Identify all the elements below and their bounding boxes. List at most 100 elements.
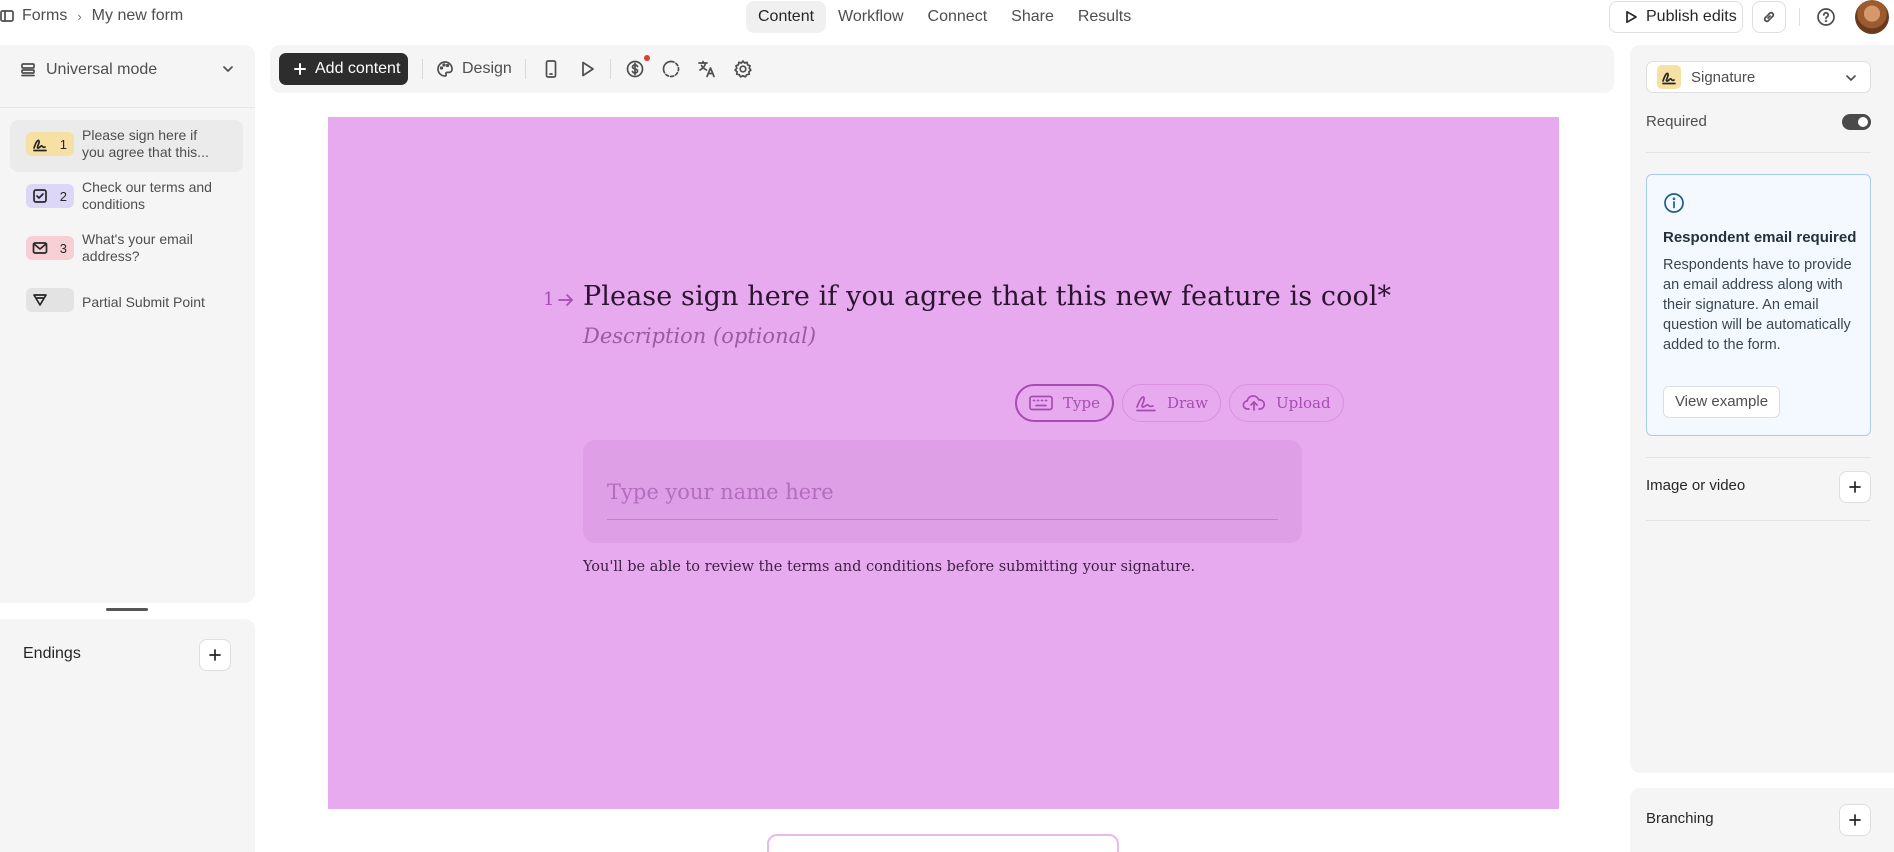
- signature-tab-upload-label: Upload: [1275, 394, 1331, 412]
- image-or-video-label: Image or video: [1646, 477, 1746, 494]
- signature-tab-draw[interactable]: Draw: [1121, 384, 1221, 422]
- editor-toolbar: Add content Design: [270, 45, 1614, 93]
- info-icon: [1663, 192, 1685, 214]
- cloud-upload-icon: [1242, 394, 1266, 412]
- plus-icon: [208, 648, 222, 662]
- palette-icon: [436, 60, 454, 78]
- signature-tab-upload[interactable]: Upload: [1228, 384, 1344, 422]
- keyboard-icon: [1029, 395, 1053, 411]
- question-number: 1: [543, 289, 555, 310]
- list-item[interactable]: 3 What's your email address?: [10, 224, 243, 276]
- list-item[interactable]: 1 Please sign here if you agree that thi…: [10, 120, 243, 172]
- question-type-label: Signature: [1691, 68, 1756, 86]
- mode-selector[interactable]: Universal mode: [20, 57, 235, 83]
- question-description-field[interactable]: Description (optional): [583, 324, 816, 348]
- link-icon: [1761, 9, 1777, 25]
- plus-icon: [1848, 480, 1862, 494]
- gear-icon[interactable]: [732, 58, 754, 80]
- tab-workflow[interactable]: Workflow: [826, 1, 916, 33]
- loading-circle-icon[interactable]: [660, 58, 682, 80]
- header-divider: [1799, 8, 1800, 26]
- endings-label: Endings: [23, 645, 81, 662]
- add-ending-button[interactable]: [199, 639, 231, 671]
- signature-underline: [607, 519, 1278, 520]
- send-icon: [32, 292, 48, 308]
- question-badge: [26, 288, 74, 312]
- list-item[interactable]: 2 Check our terms and conditions: [10, 172, 243, 224]
- breadcrumb-current[interactable]: My new form: [92, 7, 184, 25]
- required-row: Required: [1646, 113, 1871, 130]
- add-content-button[interactable]: Add content: [279, 53, 408, 85]
- mobile-preview-icon[interactable]: [540, 58, 562, 80]
- mode-icon: [20, 62, 36, 78]
- list-item[interactable]: Partial Submit Point: [10, 276, 243, 328]
- info-text: Respondents have to provide an email add…: [1663, 257, 1852, 353]
- plus-icon: [1848, 813, 1862, 827]
- question-number-indicator: 1: [543, 289, 574, 310]
- tab-results[interactable]: Results: [1066, 1, 1143, 33]
- copy-link-button[interactable]: [1752, 1, 1786, 33]
- question-label: Partial Submit Point: [82, 294, 205, 310]
- signature-tab-draw-label: Draw: [1166, 394, 1208, 412]
- chevron-down-icon: [1844, 71, 1858, 85]
- signature-mode-tabs: Type Draw Upload: [1015, 384, 1344, 422]
- arrow-right-icon: [558, 293, 574, 307]
- signature-hint: You'll be able to review the terms and c…: [583, 559, 1196, 575]
- question-title[interactable]: Please sign here if you agree that this …: [583, 281, 1391, 312]
- canvas-bottom-control[interactable]: [767, 834, 1119, 852]
- help-icon[interactable]: [1815, 6, 1837, 28]
- top-bar: Forms › My new form Content Workflow Con…: [0, 0, 1894, 36]
- toolbar-divider: [610, 59, 611, 79]
- question-badge: 1: [26, 132, 74, 156]
- view-example-button[interactable]: View example: [1663, 386, 1780, 418]
- preview-play-icon[interactable]: [576, 58, 598, 80]
- question-list: 1 Please sign here if you agree that thi…: [10, 120, 243, 328]
- translate-icon[interactable]: [696, 58, 718, 80]
- endings-panel: Endings: [0, 619, 255, 852]
- currency-icon[interactable]: [624, 58, 646, 80]
- breadcrumb-forms-link[interactable]: Forms: [22, 7, 67, 25]
- user-avatar[interactable]: [1855, 0, 1889, 34]
- resize-handle[interactable]: [106, 608, 148, 611]
- breadcrumb-separator-icon: ›: [77, 8, 82, 24]
- question-number: 2: [59, 189, 67, 204]
- tab-content[interactable]: Content: [746, 1, 827, 33]
- question-label: Please sign here if you agree that this.…: [82, 127, 209, 160]
- required-toggle[interactable]: [1842, 114, 1871, 130]
- required-label: Required: [1646, 113, 1707, 130]
- add-content-label: Add content: [315, 60, 401, 77]
- question-type-select[interactable]: Signature: [1646, 61, 1871, 93]
- question-label: Check our terms and conditions: [82, 179, 212, 212]
- checkbox-icon: [32, 188, 48, 204]
- signature-name-input[interactable]: Type your name here: [607, 480, 834, 504]
- branching-label: Branching: [1646, 810, 1714, 827]
- add-image-button[interactable]: [1839, 471, 1871, 503]
- question-number: 1: [59, 137, 67, 152]
- question-list-panel: Universal mode 1 Please sign here if you…: [0, 45, 255, 611]
- chevron-down-icon: [221, 62, 235, 76]
- email-icon: [32, 240, 48, 256]
- signature-icon: [1657, 65, 1681, 89]
- signature-tab-type-label: Type: [1063, 394, 1100, 412]
- signature-input-box[interactable]: Type your name here: [583, 440, 1302, 543]
- publish-edits-button[interactable]: Publish edits: [1609, 1, 1743, 33]
- question-badge: 2: [26, 184, 74, 208]
- divider: [0, 107, 255, 108]
- publish-edits-label: Publish edits: [1646, 8, 1737, 25]
- design-label: Design: [462, 60, 512, 77]
- main-nav-tabs: Content Workflow Connect Share Results: [746, 1, 1143, 33]
- breadcrumb: Forms › My new form: [0, 7, 183, 25]
- question-number: 3: [59, 241, 67, 256]
- signature-draw-icon: [1135, 394, 1157, 412]
- branching-panel: Branching: [1630, 788, 1894, 852]
- tab-share[interactable]: Share: [999, 1, 1066, 33]
- tab-connect[interactable]: Connect: [916, 1, 1000, 33]
- design-button[interactable]: Design: [436, 53, 512, 85]
- signature-icon: [32, 136, 48, 152]
- forms-icon[interactable]: [0, 9, 14, 23]
- divider: [1646, 152, 1871, 153]
- question-badge: 3: [26, 236, 74, 260]
- add-branching-button[interactable]: [1839, 804, 1871, 836]
- signature-tab-type[interactable]: Type: [1015, 384, 1114, 422]
- question-settings-panel: Signature Required Respondent email requ…: [1630, 45, 1894, 773]
